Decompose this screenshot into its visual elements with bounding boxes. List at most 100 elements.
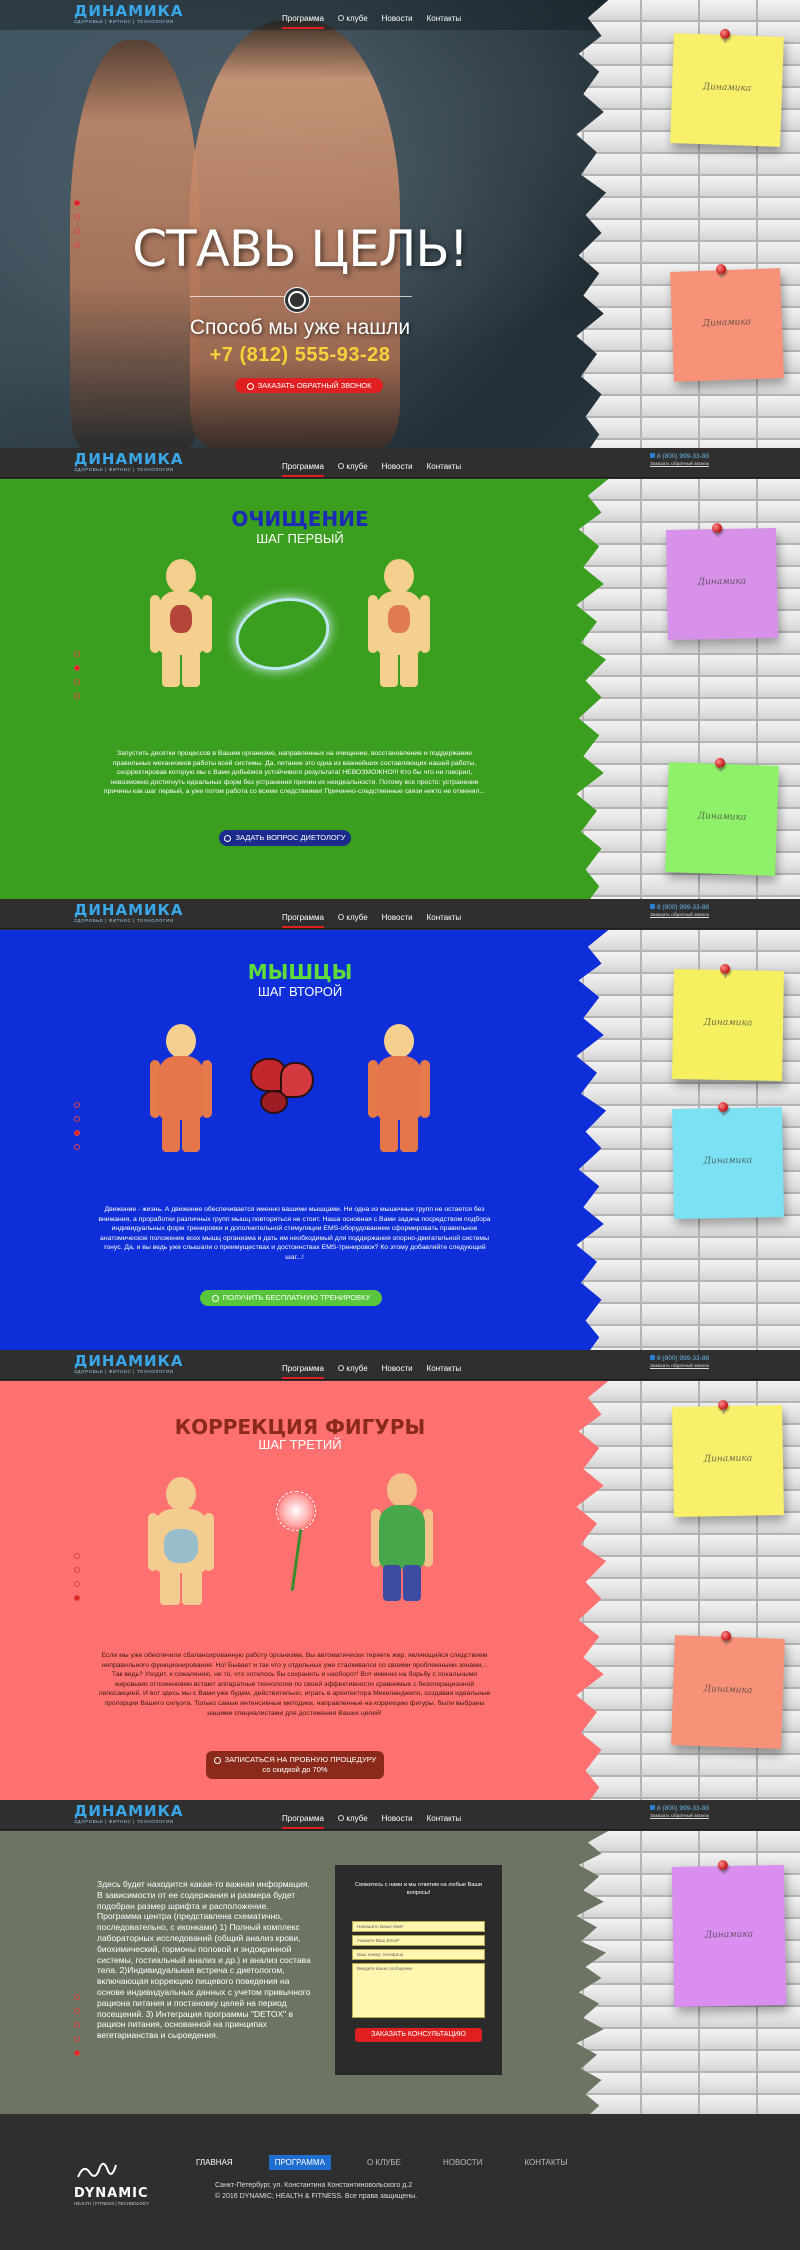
nav-phone[interactable]: 8 (800) 999-33-88	[650, 1805, 730, 1813]
slide-dot[interactable]	[74, 2022, 80, 2028]
nav-link-program[interactable]: Программа	[282, 462, 324, 477]
slide-dot[interactable]	[74, 1994, 80, 2000]
nav-link-about[interactable]: О клубе	[338, 913, 368, 923]
hero-title: СТАВЬ ЦЕЛЬ!	[132, 220, 469, 278]
phone-box: 8 (800) 999-33-88 Заказать обратный звоно…	[650, 904, 730, 919]
footer-link-program[interactable]: ПРОГРАММА	[268, 2155, 331, 2170]
phone-field[interactable]: Ваш номер телефона	[352, 1949, 485, 1960]
logo[interactable]: ДИНАМИКА ЗДОРОВЬЕ | ФИТНЕС | ТЕХНОЛОГИИ	[74, 452, 182, 474]
contact-form: Свяжитесь с нами и мы ответим на любые В…	[335, 1865, 502, 2075]
callback-link[interactable]: Заказать обратный звонок	[650, 1363, 730, 1370]
pin-icon	[715, 264, 727, 275]
footer-logo-title: DYNAMIC	[74, 2186, 149, 2201]
muscle-figure-after	[366, 1024, 432, 1152]
step1-title: ОЧИЩЕНИЕ	[231, 507, 369, 531]
nav-link-about[interactable]: О клубе	[338, 1364, 368, 1374]
step3-title: КОРРЕКЦИЯ ФИГУРЫ	[174, 1415, 426, 1439]
slide-dot[interactable]	[74, 228, 80, 234]
pin-icon	[717, 1101, 729, 1113]
footer-link-about[interactable]: О КЛУБЕ	[361, 2155, 407, 2170]
logo-subtitle: ЗДОРОВЬЕ | ФИТНЕС | ТЕХНОЛОГИИ	[74, 1369, 174, 1374]
footer-copyright: © 2016 DYNAMIC; HEALTH & FITNESS. Все пр…	[215, 2193, 418, 2200]
nav-link-news[interactable]: Новости	[382, 462, 413, 472]
nav-phone[interactable]: 8 (800) 999-33-88	[650, 453, 730, 461]
callback-button-label: ЗАКАЗАТЬ ОБРАТНЫЙ ЗВОНОК	[257, 381, 372, 390]
slide-dot[interactable]	[74, 1116, 80, 1122]
navbar-3: ДИНАМИКА ЗДОРОВЬЕ | ФИТНЕС | ТЕХНОЛОГИИ П…	[0, 899, 800, 929]
sticky-note-label: Динамика	[703, 1684, 753, 1696]
pin-icon	[714, 757, 726, 769]
free-training-button[interactable]: ПОЛУЧИТЬ БЕСПЛАТНУЮ ТРЕНИРОВКУ	[200, 1290, 382, 1306]
callback-link[interactable]: Заказать обратный звонок	[650, 912, 730, 919]
question-icon	[224, 834, 232, 842]
slide-dot[interactable]	[74, 242, 80, 248]
ask-dietologist-button[interactable]: ЗАДАТЬ ВОПРОС ДИЕТОЛОГУ	[219, 830, 351, 846]
slide-dot[interactable]	[74, 2050, 80, 2056]
nav-link-contacts[interactable]: Контакты	[427, 913, 462, 923]
phone-box: 8 (800) 999-33-88 Заказать обратный звоно…	[650, 1805, 730, 1820]
slide-dot[interactable]	[74, 200, 80, 206]
logo[interactable]: ДИНАМИКА ЗДОРОВЬЕ | ФИТНЕС | ТЕХНОЛОГИИ	[74, 1804, 182, 1826]
nav-phone[interactable]: 8 (800) 999-33-88	[650, 1355, 730, 1363]
nav-link-about[interactable]: О клубе	[338, 1814, 368, 1824]
step2-title: МЫШЦЫ	[247, 960, 353, 984]
form-title: Свяжитесь с нами и мы ответим на любые В…	[355, 1882, 482, 1896]
nav-links: Программа О клубе Новости Контакты	[282, 1358, 475, 1379]
nav-link-contacts[interactable]: Контакты	[427, 1364, 462, 1374]
slide-dot[interactable]	[74, 214, 80, 220]
slide-dot[interactable]	[74, 1581, 80, 1587]
sticky-note-purple: Динамика	[666, 522, 778, 640]
slide-dot[interactable]	[74, 2036, 80, 2042]
footer-address: Санкт-Петербург, ул. Константина Констан…	[215, 2182, 413, 2189]
sticky-note-label: Динамика	[703, 1453, 753, 1465]
nav-link-news[interactable]: Новости	[382, 14, 413, 24]
nav-link-news[interactable]: Новости	[382, 1364, 413, 1374]
logo[interactable]: ДИНАМИКА ЗДОРОВЬЕ | ФИТНЕС | ТЕХНОЛОГИИ	[74, 903, 182, 925]
footer-logo[interactable]: DYNAMIC HEALTH | FITNESS | TECHNOLOGY	[74, 2159, 164, 2206]
navbar-5: ДИНАМИКА ЗДОРОВЬЕ | ФИТНЕС | ТЕХНОЛОГИИ П…	[0, 1800, 800, 1830]
hero-phone[interactable]: +7 (812) 555-93-28	[130, 344, 470, 367]
slide-dot[interactable]	[74, 1553, 80, 1559]
consultation-submit-button[interactable]: ЗАКАЗАТЬ КОНСУЛЬТАЦИЮ	[355, 2028, 482, 2042]
ask-dietologist-label: ЗАДАТЬ ВОПРОС ДИЕТОЛОГУ	[235, 833, 346, 842]
logo[interactable]: ДИНАМИКА ЗДОРОВЬЕ | ФИТНЕС | ТЕХНОЛОГИИ	[74, 1354, 182, 1376]
contact-info-text: Здесь будет находится какая-то важная ин…	[97, 1879, 311, 2041]
footer-link-news[interactable]: НОВОСТИ	[437, 2155, 488, 2170]
pin-icon	[711, 522, 723, 534]
logo[interactable]: ДИНАМИКА ЗДОРОВЬЕ | ФИТНЕС | ТЕХНОЛОГИИ	[74, 4, 182, 26]
callback-link[interactable]: Заказать обратный звонок	[650, 1813, 730, 1820]
slide-dot[interactable]	[74, 1567, 80, 1573]
nav-phone[interactable]: 8 (800) 999-33-88	[650, 904, 730, 912]
email-field[interactable]: Укажите Ваш Email*	[352, 1935, 485, 1946]
name-field[interactable]: Напишите Ваше Имя*	[352, 1921, 485, 1932]
dandelion-image	[276, 1491, 316, 1531]
footer-link-contacts[interactable]: КОНТАКТЫ	[518, 2155, 573, 2170]
nav-link-about[interactable]: О клубе	[338, 462, 368, 472]
nav-link-news[interactable]: Новости	[382, 1814, 413, 1824]
slide-dot[interactable]	[74, 665, 80, 671]
body-figure-fat	[148, 1477, 214, 1605]
message-textarea[interactable]: Введите ваше сообщение	[352, 1963, 485, 2018]
nav-link-contacts[interactable]: Контакты	[427, 462, 462, 472]
nav-link-contacts[interactable]: Контакты	[427, 14, 462, 24]
slide-dot[interactable]	[74, 1102, 80, 1108]
footer-link-home[interactable]: ГЛАВНАЯ	[190, 2155, 239, 2170]
slide-dot[interactable]	[74, 1595, 80, 1601]
step2-subtitle: ШАГ ВТОРОЙ	[257, 984, 343, 999]
nav-link-program[interactable]: Программа	[282, 1814, 324, 1829]
callback-button[interactable]: ЗАКАЗАТЬ ОБРАТНЫЙ ЗВОНОК	[235, 378, 383, 393]
nav-link-about[interactable]: О клубе	[338, 14, 368, 24]
nav-link-program[interactable]: Программа	[282, 14, 324, 29]
slide-dot[interactable]	[74, 2008, 80, 2014]
nav-link-program[interactable]: Программа	[282, 913, 324, 928]
nav-link-program[interactable]: Программа	[282, 1364, 324, 1379]
slide-dot[interactable]	[74, 651, 80, 657]
slide-dot[interactable]	[74, 679, 80, 685]
nav-link-news[interactable]: Новости	[382, 913, 413, 923]
slide-dot[interactable]	[74, 1130, 80, 1136]
nav-link-contacts[interactable]: Контакты	[427, 1814, 462, 1824]
slide-dot[interactable]	[74, 693, 80, 699]
callback-link[interactable]: Заказать обратный звонок	[650, 461, 730, 468]
slide-dot[interactable]	[74, 1144, 80, 1150]
trial-procedure-button[interactable]: ЗАПИСАТЬСЯ НА ПРОБНУЮ ПРОЦЕДУРУ со скидко…	[206, 1751, 384, 1779]
